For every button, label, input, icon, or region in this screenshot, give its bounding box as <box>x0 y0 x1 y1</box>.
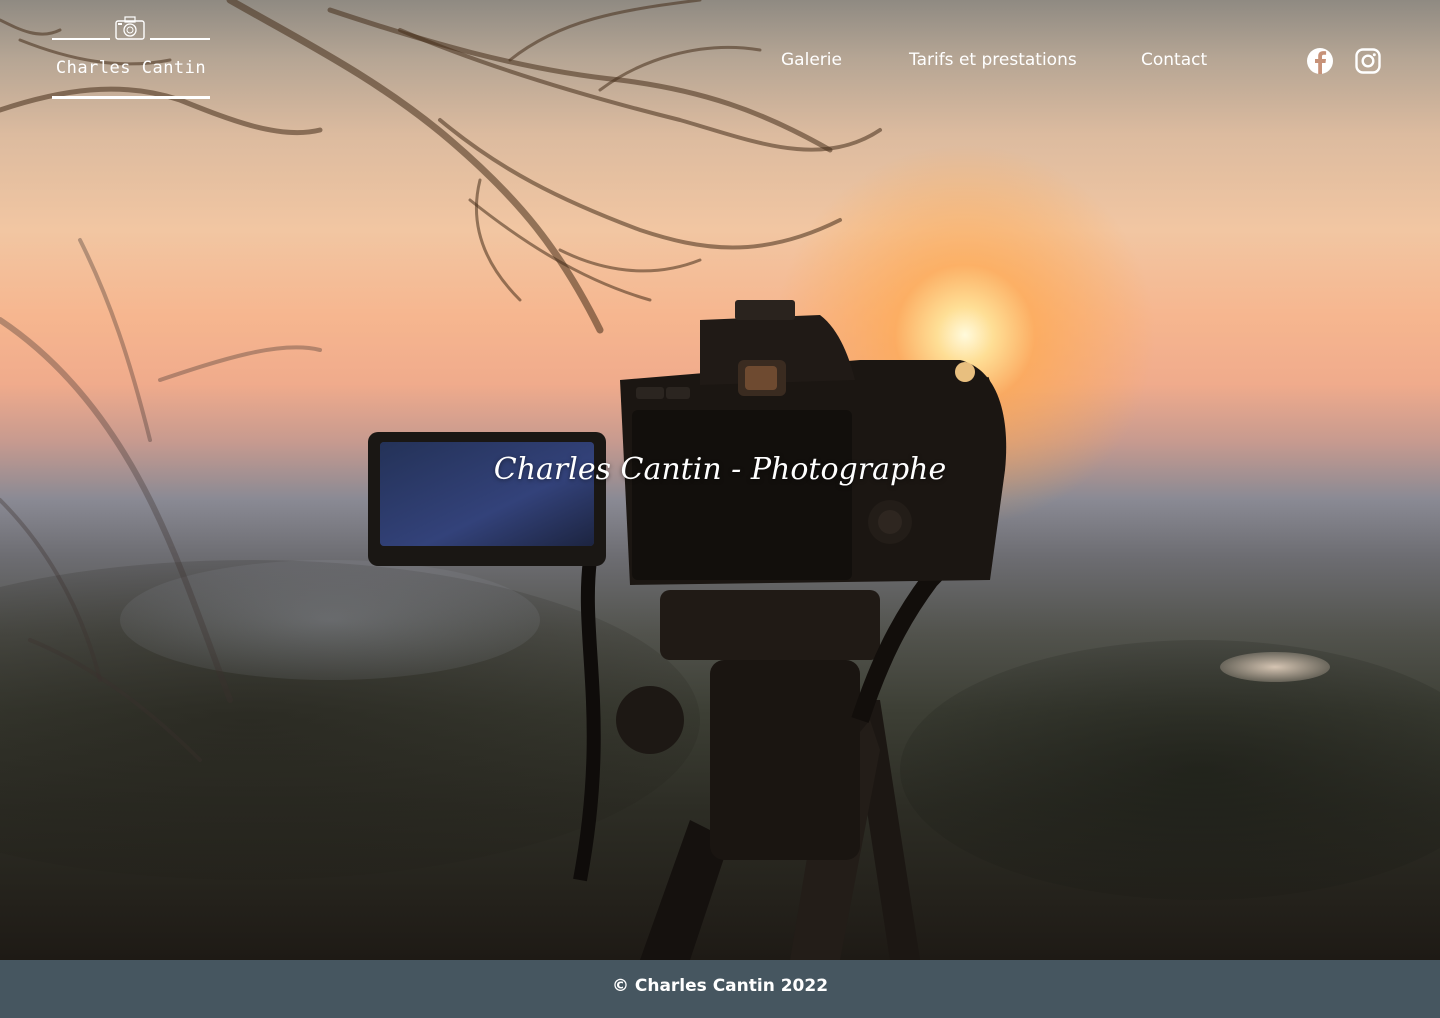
logo-divider-bottom <box>52 96 210 99</box>
logo-text: Charles Cantin <box>55 58 207 78</box>
nav-contact[interactable]: Contact <box>1141 50 1207 70</box>
logo-divider-right <box>150 38 210 40</box>
hero-title: Charles Cantin - Photographe <box>493 452 947 487</box>
logo-divider-left <box>52 38 110 40</box>
instagram-icon <box>1355 48 1381 74</box>
footer-copyright: © Charles Cantin 2022 <box>611 976 829 996</box>
facebook-icon <box>1307 48 1333 74</box>
site-header: Charles Cantin Galerie Tarifs et prestat… <box>0 0 1440 120</box>
logo-link[interactable]: Charles Cantin <box>52 14 210 100</box>
facebook-link[interactable] <box>1306 45 1334 77</box>
nav-tarifs[interactable]: Tarifs et prestations <box>909 50 1077 70</box>
instagram-link[interactable] <box>1354 45 1382 77</box>
camera-icon <box>115 16 145 40</box>
site-footer: © Charles Cantin 2022 <box>0 960 1440 1018</box>
nav-galerie[interactable]: Galerie <box>781 50 842 70</box>
